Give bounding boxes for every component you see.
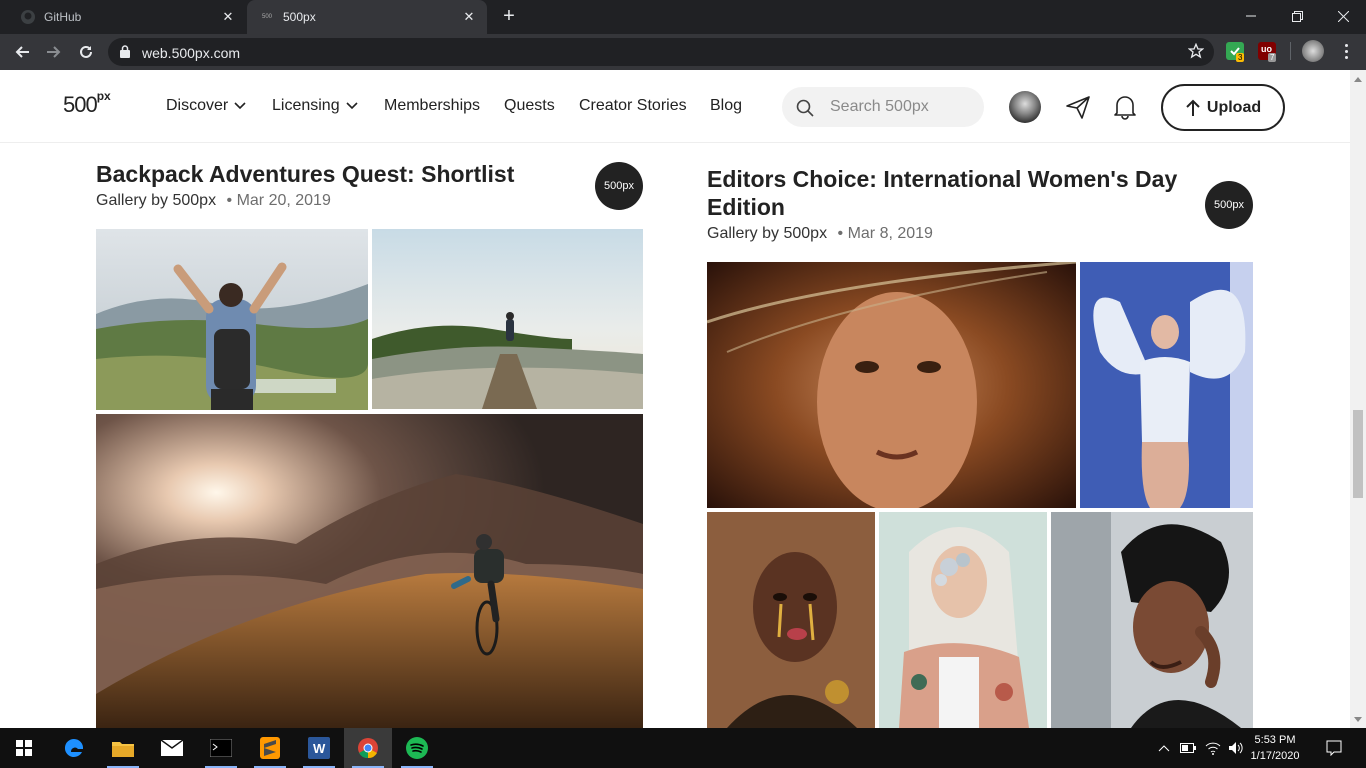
nav-quests[interactable]: Quests	[504, 97, 555, 115]
tab-title: 500px	[283, 10, 316, 24]
browser-tab-strip: GitHub ✕ 500 500px ✕ +	[0, 0, 1366, 34]
browser-menu-icon[interactable]	[1338, 42, 1354, 60]
logo-sup: px	[96, 88, 111, 103]
sublime-icon[interactable]	[246, 728, 294, 768]
toolbar-divider	[1290, 42, 1291, 60]
clock-time: 5:53 PM	[1254, 734, 1296, 746]
github-icon	[20, 9, 36, 25]
nav-label: Discover	[166, 97, 229, 114]
upload-label: Upload	[1206, 98, 1262, 116]
gallery-owner-badge[interactable]: 500px	[1205, 181, 1253, 229]
send-message-icon[interactable]	[1063, 92, 1093, 122]
terminal-icon[interactable]	[197, 728, 245, 768]
word-icon[interactable]: W	[295, 728, 343, 768]
user-avatar[interactable]	[1009, 91, 1041, 123]
tab-title: GitHub	[44, 10, 82, 24]
hiker-arms-raised-photo[interactable]	[96, 229, 368, 410]
chrome-icon[interactable]	[344, 728, 392, 768]
start-button[interactable]	[0, 728, 48, 768]
close-window-button[interactable]	[1320, 0, 1366, 32]
address-bar[interactable]: web.500px.com	[108, 38, 1214, 66]
close-tab-icon[interactable]: ✕	[220, 9, 236, 25]
windows-taskbar: W 5:53 PM 1/17/2020	[0, 728, 1366, 768]
nav-creator-stories[interactable]: Creator Stories	[579, 97, 687, 115]
url-text: web.500px.com	[142, 45, 241, 61]
gallery-date: • Mar 20, 2019	[226, 192, 331, 209]
shield-extension-icon[interactable]: 3	[1226, 42, 1245, 62]
tray-chevron-up-icon[interactable]	[1154, 728, 1174, 768]
gallery-title[interactable]: Backpack Adventures Quest: Shortlist	[96, 160, 514, 188]
chevron-down-icon	[234, 102, 246, 110]
nav-discover[interactable]: Discover	[166, 97, 246, 115]
edge-icon[interactable]	[50, 728, 98, 768]
gallery-title-line: Editors Choice: International Women's Da…	[707, 166, 1178, 192]
battery-icon[interactable]	[1178, 728, 1198, 768]
browser-toolbar: web.500px.com 3 uo 7	[0, 34, 1366, 70]
gallery-byline[interactable]: Gallery by 500px	[707, 225, 827, 242]
bookmark-star-icon[interactable]	[1187, 42, 1205, 64]
site-header: 500px Discover Licensing Memberships Que…	[0, 70, 1350, 143]
reload-icon[interactable]	[74, 40, 98, 64]
500px-favicon-icon: 500	[261, 14, 272, 20]
restore-button[interactable]	[1274, 0, 1320, 32]
chevron-down-icon	[346, 102, 358, 110]
gallery-title[interactable]: Editors Choice: International Women's Da…	[707, 165, 1197, 221]
wifi-icon[interactable]	[1202, 728, 1224, 768]
mail-icon[interactable]	[148, 728, 196, 768]
gallery-byline[interactable]: Gallery by 500px	[96, 192, 216, 209]
back-arrow-icon[interactable]	[10, 40, 34, 64]
scroll-down-arrow-icon[interactable]	[1350, 712, 1366, 726]
woman-with-wings-photo[interactable]	[1080, 262, 1253, 508]
tab-github[interactable]: GitHub ✕	[0, 0, 246, 34]
gold-tears-portrait-photo[interactable]	[707, 512, 875, 728]
search-input[interactable]	[830, 87, 970, 127]
nav-label: Blog	[710, 97, 743, 114]
logo-text: 500	[63, 92, 98, 117]
gallery-date: • Mar 8, 2019	[837, 225, 933, 242]
scroll-up-arrow-icon[interactable]	[1350, 72, 1366, 86]
scrollbar-thumb[interactable]	[1353, 410, 1363, 498]
lock-icon	[120, 45, 130, 63]
nav-label: Memberships	[384, 97, 481, 114]
close-tab-icon[interactable]: ✕	[461, 9, 477, 25]
system-clock[interactable]: 5:53 PM 1/17/2020	[1244, 732, 1306, 764]
floral-face-portrait-photo[interactable]	[879, 512, 1047, 728]
file-explorer-icon[interactable]	[99, 728, 147, 768]
notifications-bell-icon[interactable]	[1110, 92, 1140, 122]
gallery-owner-badge[interactable]: 500px	[595, 162, 643, 210]
nav-blog[interactable]: Blog	[710, 97, 742, 115]
headwrap-portrait-photo[interactable]	[1051, 512, 1253, 728]
nav-memberships[interactable]: Memberships	[384, 97, 480, 115]
profile-avatar[interactable]	[1302, 40, 1324, 62]
volume-icon[interactable]	[1226, 728, 1246, 768]
action-center-icon[interactable]	[1320, 728, 1348, 768]
gallery-feed: Backpack Adventures Quest: Shortlist Gal…	[0, 143, 1350, 728]
curly-hair-portrait-photo[interactable]	[707, 262, 1076, 508]
new-tab-button[interactable]: +	[498, 5, 520, 27]
ublock-extension-icon[interactable]: uo 7	[1258, 42, 1277, 62]
extension-badge: 3	[1236, 53, 1245, 62]
search-icon	[796, 99, 814, 122]
cyclist-mountain-sunrise-photo[interactable]	[96, 414, 643, 728]
clock-date: 1/17/2020	[1250, 750, 1300, 762]
svg-text:W: W	[313, 741, 326, 756]
hiker-on-ridge-photo[interactable]	[372, 229, 643, 409]
search-box[interactable]	[782, 87, 984, 127]
gallery-meta: Gallery by 500px • Mar 20, 2019	[96, 192, 331, 210]
gallery-title-line: Edition	[707, 194, 785, 220]
upload-arrow-icon	[1186, 99, 1200, 116]
tab-500px[interactable]: 500 500px ✕	[247, 0, 487, 34]
nav-label: Quests	[504, 97, 555, 114]
spotify-icon[interactable]	[393, 728, 441, 768]
minimize-button[interactable]	[1228, 0, 1274, 32]
forward-arrow-icon[interactable]	[42, 40, 66, 64]
nav-licensing[interactable]: Licensing	[272, 97, 358, 115]
500px-logo[interactable]: 500px	[63, 88, 111, 118]
extension-badge: 7	[1268, 53, 1277, 62]
gallery-meta: Gallery by 500px • Mar 8, 2019	[707, 225, 933, 243]
nav-label: Licensing	[272, 97, 340, 114]
upload-button[interactable]: Upload	[1161, 84, 1285, 131]
nav-label: Creator Stories	[579, 97, 687, 114]
page-scrollbar[interactable]	[1350, 70, 1366, 728]
